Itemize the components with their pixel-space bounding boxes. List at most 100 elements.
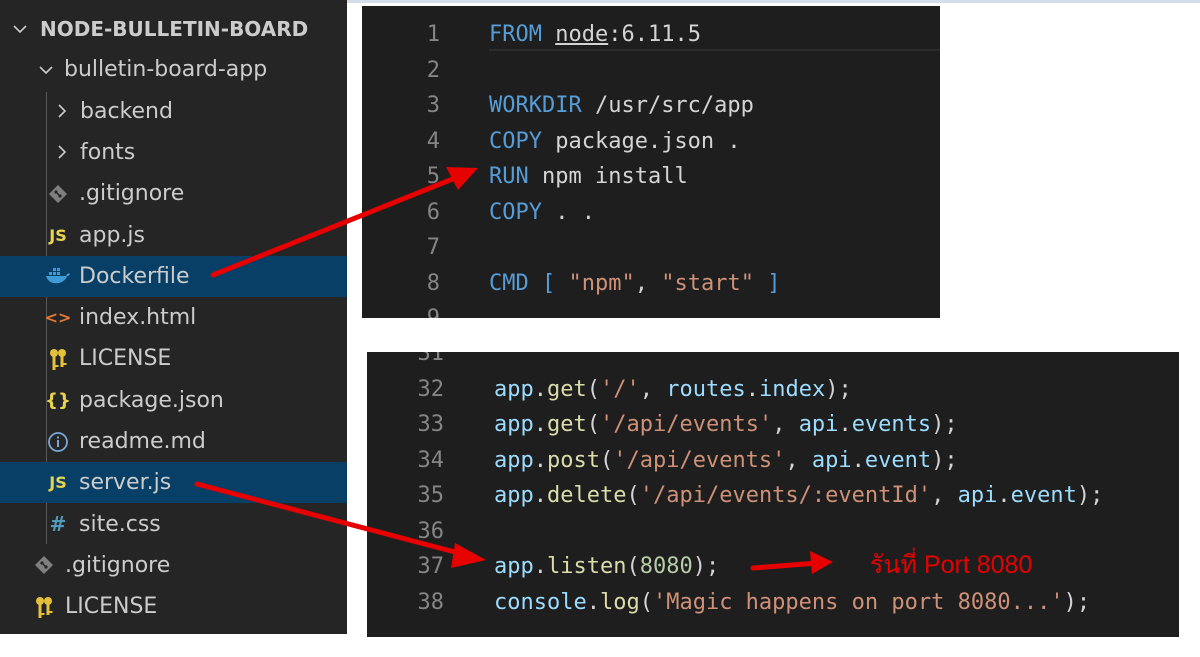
code-line: 38 console.log('Magic happens on port 808…	[367, 585, 1179, 620]
explorer-item-gitignore[interactable]: .gitignore	[0, 545, 347, 586]
code-token: (	[639, 589, 653, 615]
code-token: delete	[547, 483, 627, 508]
explorer-item-label: fonts	[80, 139, 136, 165]
explorer-item-readme-md[interactable]: readme.md	[0, 421, 347, 462]
code-line: 4 COPY package.json .	[362, 124, 940, 159]
explorer-root-header[interactable]: NODE-BULLETIN-BOARD	[0, 8, 347, 49]
code-token: );	[825, 376, 852, 402]
docker-icon	[45, 263, 71, 289]
code-token: app	[494, 447, 534, 473]
code-text: app.listen(8080);	[494, 549, 719, 584]
code-token: "npm"	[568, 270, 635, 296]
chevron-right-icon	[50, 99, 74, 123]
line-number: 3	[426, 93, 440, 118]
code-line: 3 WORKDIR /usr/src/app	[362, 88, 940, 123]
explorer-item-app-js[interactable]: JS app.js	[0, 215, 347, 256]
code-text: COPY package.json .	[489, 124, 741, 159]
code-token: /usr/src/app	[581, 93, 754, 118]
license-key-icon	[31, 594, 57, 620]
line-number: 31	[417, 352, 445, 366]
code-token: );	[692, 554, 720, 579]
code-token: (	[586, 376, 600, 402]
code-token: node	[555, 22, 609, 47]
code-token: .	[533, 554, 547, 579]
code-line: 2	[362, 53, 940, 88]
code-line: 34 app.post('/api/events', api.event);	[367, 443, 1179, 478]
code-line: 36	[367, 514, 1179, 549]
line-number: 2	[426, 57, 440, 83]
code-token: api	[957, 483, 998, 508]
code-token: '/'	[600, 376, 640, 402]
code-token: get	[547, 412, 587, 437]
code-text: app.get('/', routes.index);	[494, 372, 852, 407]
code-token: '/api/events'	[600, 412, 773, 437]
code-token: ,	[639, 376, 667, 402]
explorer-item-bulletin-board-app[interactable]: bulletin-board-app	[0, 49, 347, 90]
explorer-item-index-html[interactable]: <> index.html	[0, 297, 347, 338]
explorer-item-gitignore[interactable]: .gitignore	[0, 173, 347, 214]
line-number: 36	[417, 518, 445, 544]
code-token: );	[931, 447, 958, 473]
dockerfile-editor[interactable]: 1 FROM node:6.11.5 2 3 WORKDIR /usr/src/app 4…	[362, 6, 940, 318]
git-icon	[31, 552, 57, 578]
server-js-editor[interactable]: 31 32 app.get('/', routes.index); 33 app.get…	[367, 352, 1179, 637]
code-token: get	[547, 376, 587, 402]
code-token: .	[533, 376, 547, 402]
chevron-down-icon	[34, 58, 58, 82]
code-line: 9	[362, 301, 940, 318]
explorer-item-label: app.js	[79, 222, 145, 248]
line-number: 8	[426, 270, 440, 296]
code-text: app.get('/api/events', api.events);	[494, 407, 958, 442]
explorer-item-package-json[interactable]: {} package.json	[0, 380, 347, 421]
css-hash-icon: #	[49, 512, 67, 537]
code-line: 35 app.delete('/api/events/:eventId', api…	[367, 478, 1179, 513]
chevron-right-icon	[50, 140, 74, 164]
explorer-item-license[interactable]: LICENSE	[0, 338, 347, 379]
explorer-item-label: site.css	[79, 511, 161, 537]
explorer-item-label: LICENSE	[79, 346, 172, 372]
explorer-item-dockerfile[interactable]: Dockerfile	[0, 255, 347, 297]
code-token: "start"	[661, 270, 754, 296]
explorer-item-label: Dockerfile	[79, 263, 190, 289]
git-icon	[45, 181, 71, 207]
code-token: WORKDIR	[489, 93, 582, 118]
line-number: 7	[426, 235, 440, 260]
code-token: '/api/events'	[613, 447, 786, 473]
explorer-item-label: bulletin-board-app	[64, 57, 268, 83]
explorer-item-server-js[interactable]: JS server.js	[0, 462, 347, 504]
code-token: event	[1010, 483, 1077, 508]
code-token: .	[533, 483, 547, 508]
code-token: post	[547, 447, 600, 473]
code-token: events	[851, 412, 932, 437]
code-line: 31	[367, 352, 1179, 371]
code-text: FROM node:6.11.5	[489, 17, 701, 52]
code-token: routes	[666, 376, 746, 402]
explorer-item-fonts[interactable]: fonts	[0, 132, 347, 173]
code-token: '/api/events/:eventId'	[639, 483, 932, 508]
code-token: .	[997, 483, 1011, 508]
explorer-root-label: NODE-BULLETIN-BOARD	[40, 16, 309, 41]
line-number: 4	[426, 128, 440, 154]
explorer-item-site-css[interactable]: # site.css	[0, 504, 347, 545]
code-token: console	[494, 589, 587, 615]
code-token: log	[599, 589, 640, 615]
code-token: 8080	[639, 554, 693, 579]
explorer-item-label: server.js	[79, 470, 172, 496]
line-number: 6	[426, 199, 440, 225]
code-token: package.json .	[541, 128, 741, 154]
code-token: app	[494, 483, 534, 508]
code-token: .	[838, 412, 852, 437]
code-token: npm install	[528, 164, 688, 189]
line-number: 34	[417, 447, 445, 473]
code-text: COPY . .	[489, 195, 595, 230]
code-token: event	[864, 447, 932, 473]
code-token: app	[494, 412, 534, 437]
code-token: ]	[767, 270, 781, 296]
explorer-item-license[interactable]: LICENSE	[0, 586, 347, 627]
explorer-item-backend[interactable]: backend	[0, 91, 347, 132]
line-number: 5	[426, 164, 440, 189]
code-token: :6.11.5	[608, 22, 701, 47]
code-token: );	[1076, 483, 1104, 508]
line-number: 37	[417, 554, 445, 579]
